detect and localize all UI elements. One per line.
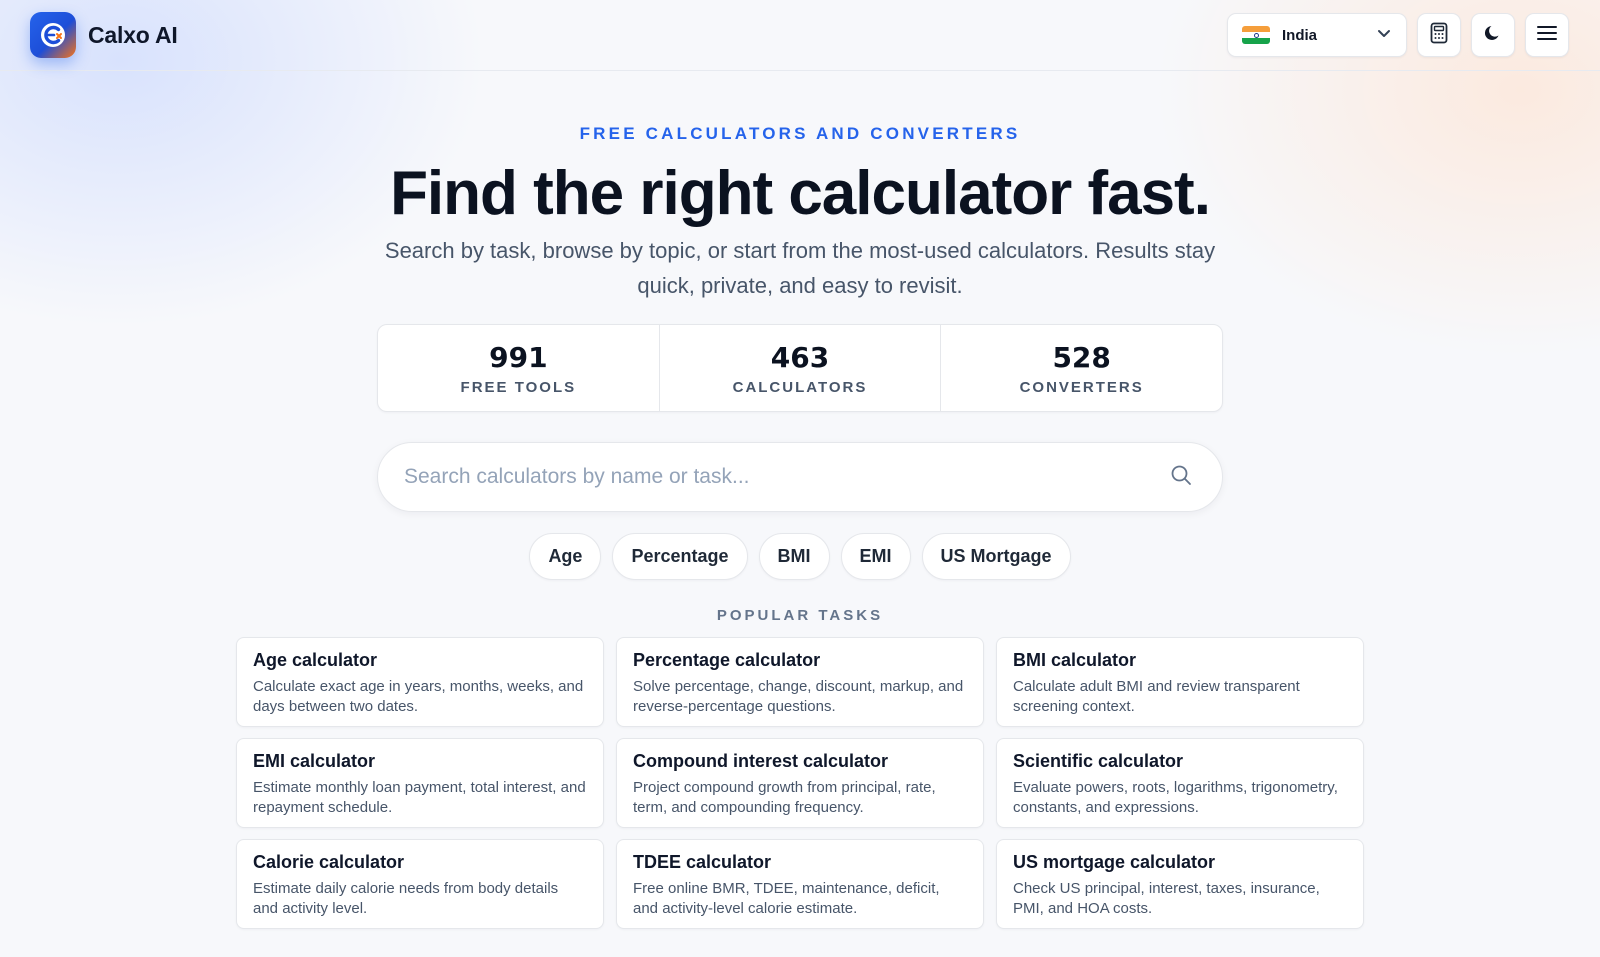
- task-description: Calculate adult BMI and review transpare…: [1013, 678, 1300, 715]
- logo-icon: [30, 12, 76, 58]
- theme-toggle-button[interactable]: [1471, 13, 1515, 57]
- chevron-down-icon: [1376, 25, 1392, 46]
- stats-panel: 991 FREE TOOLS 463 CALCULATORS 528 CONVE…: [377, 324, 1223, 412]
- task-title: EMI calculator: [253, 751, 376, 771]
- stat-value: 991: [489, 340, 548, 374]
- menu-icon: [1537, 25, 1557, 46]
- task-title: Compound interest calculator: [633, 751, 889, 771]
- task-card-tdee[interactable]: TDEE calculator Free online BMR, TDEE, m…: [616, 839, 984, 929]
- calculator-button[interactable]: [1417, 13, 1461, 57]
- search-icon[interactable]: [1170, 464, 1192, 491]
- country-name: India: [1282, 26, 1318, 44]
- task-card-scientific[interactable]: Scientific calculator Evaluate powers, r…: [996, 738, 1364, 828]
- stat-calculators: 463 CALCULATORS: [660, 325, 942, 411]
- task-description: Solve percentage, change, discount, mark…: [633, 678, 964, 715]
- brand-link[interactable]: Calxo AI: [30, 12, 178, 58]
- chip-emi[interactable]: EMI: [840, 533, 911, 580]
- task-description: Estimate daily calorie needs from body d…: [253, 880, 559, 917]
- task-card-calorie[interactable]: Calorie calculator Estimate daily calori…: [236, 839, 604, 929]
- chip-age[interactable]: Age: [529, 533, 602, 580]
- stat-label: CONVERTERS: [1019, 378, 1144, 396]
- task-title: Scientific calculator: [1013, 751, 1184, 771]
- task-title: TDEE calculator: [633, 852, 772, 872]
- country-select[interactable]: India: [1227, 13, 1407, 57]
- menu-button[interactable]: [1525, 13, 1569, 57]
- calculator-icon: [1429, 22, 1449, 49]
- hero-eyebrow: FREE CALCULATORS AND CONVERTERS: [579, 124, 1021, 143]
- hero-subtitle: Search by task, browse by topic, or star…: [384, 238, 1216, 298]
- task-title: US mortgage calculator: [1013, 852, 1216, 872]
- popular-tasks-heading: POPULAR TASKS: [716, 607, 884, 624]
- task-card-age[interactable]: Age calculator Calculate exact age in ye…: [236, 637, 604, 727]
- task-title: BMI calculator: [1013, 650, 1137, 670]
- task-card-emi[interactable]: EMI calculator Estimate monthly loan pay…: [236, 738, 604, 828]
- stat-converters: 528 CONVERTERS: [941, 325, 1222, 411]
- task-description: Check US principal, interest, taxes, ins…: [1013, 880, 1320, 917]
- stat-label: FREE TOOLS: [460, 378, 577, 396]
- task-card-us-mortgage[interactable]: US mortgage calculator Check US principa…: [996, 839, 1364, 929]
- moon-icon: [1483, 23, 1503, 48]
- brand-name: Calxo AI: [88, 21, 178, 48]
- site-header: Calxo AI India: [0, 0, 1600, 71]
- stat-value: 463: [770, 340, 830, 374]
- task-card-percentage[interactable]: Percentage calculator Solve percentage, …: [616, 637, 984, 727]
- quick-chips: Age Percentage BMI EMI US Mortgage: [0, 533, 1600, 580]
- chip-bmi[interactable]: BMI: [758, 533, 830, 580]
- stat-free-tools: 991 FREE TOOLS: [378, 325, 660, 411]
- task-description: Free online BMR, TDEE, maintenance, defi…: [633, 880, 940, 917]
- task-title: Percentage calculator: [633, 650, 821, 670]
- hero-title: Find the right calculator fast.: [390, 159, 1211, 228]
- task-card-bmi[interactable]: BMI calculator Calculate adult BMI and r…: [996, 637, 1364, 727]
- chip-percentage[interactable]: Percentage: [612, 533, 748, 580]
- task-description: Evaluate powers, roots, logarithms, trig…: [1013, 779, 1338, 816]
- search-input[interactable]: [404, 465, 1170, 489]
- stat-value: 528: [1052, 340, 1111, 374]
- header-actions: India: [1227, 13, 1569, 57]
- india-flag-icon: [1242, 26, 1270, 44]
- search-bar: [377, 442, 1223, 512]
- task-title: Calorie calculator: [253, 852, 405, 872]
- task-description: Project compound growth from principal, …: [633, 779, 936, 816]
- stat-label: CALCULATORS: [732, 378, 868, 396]
- chip-us-mortgage[interactable]: US Mortgage: [921, 533, 1071, 580]
- task-description: Calculate exact age in years, months, we…: [253, 678, 584, 715]
- task-card-compound-interest[interactable]: Compound interest calculator Project com…: [616, 738, 984, 828]
- task-description: Estimate monthly loan payment, total int…: [253, 779, 586, 816]
- popular-tasks-grid: Age calculator Calculate exact age in ye…: [236, 637, 1364, 929]
- task-title: Age calculator: [253, 650, 378, 670]
